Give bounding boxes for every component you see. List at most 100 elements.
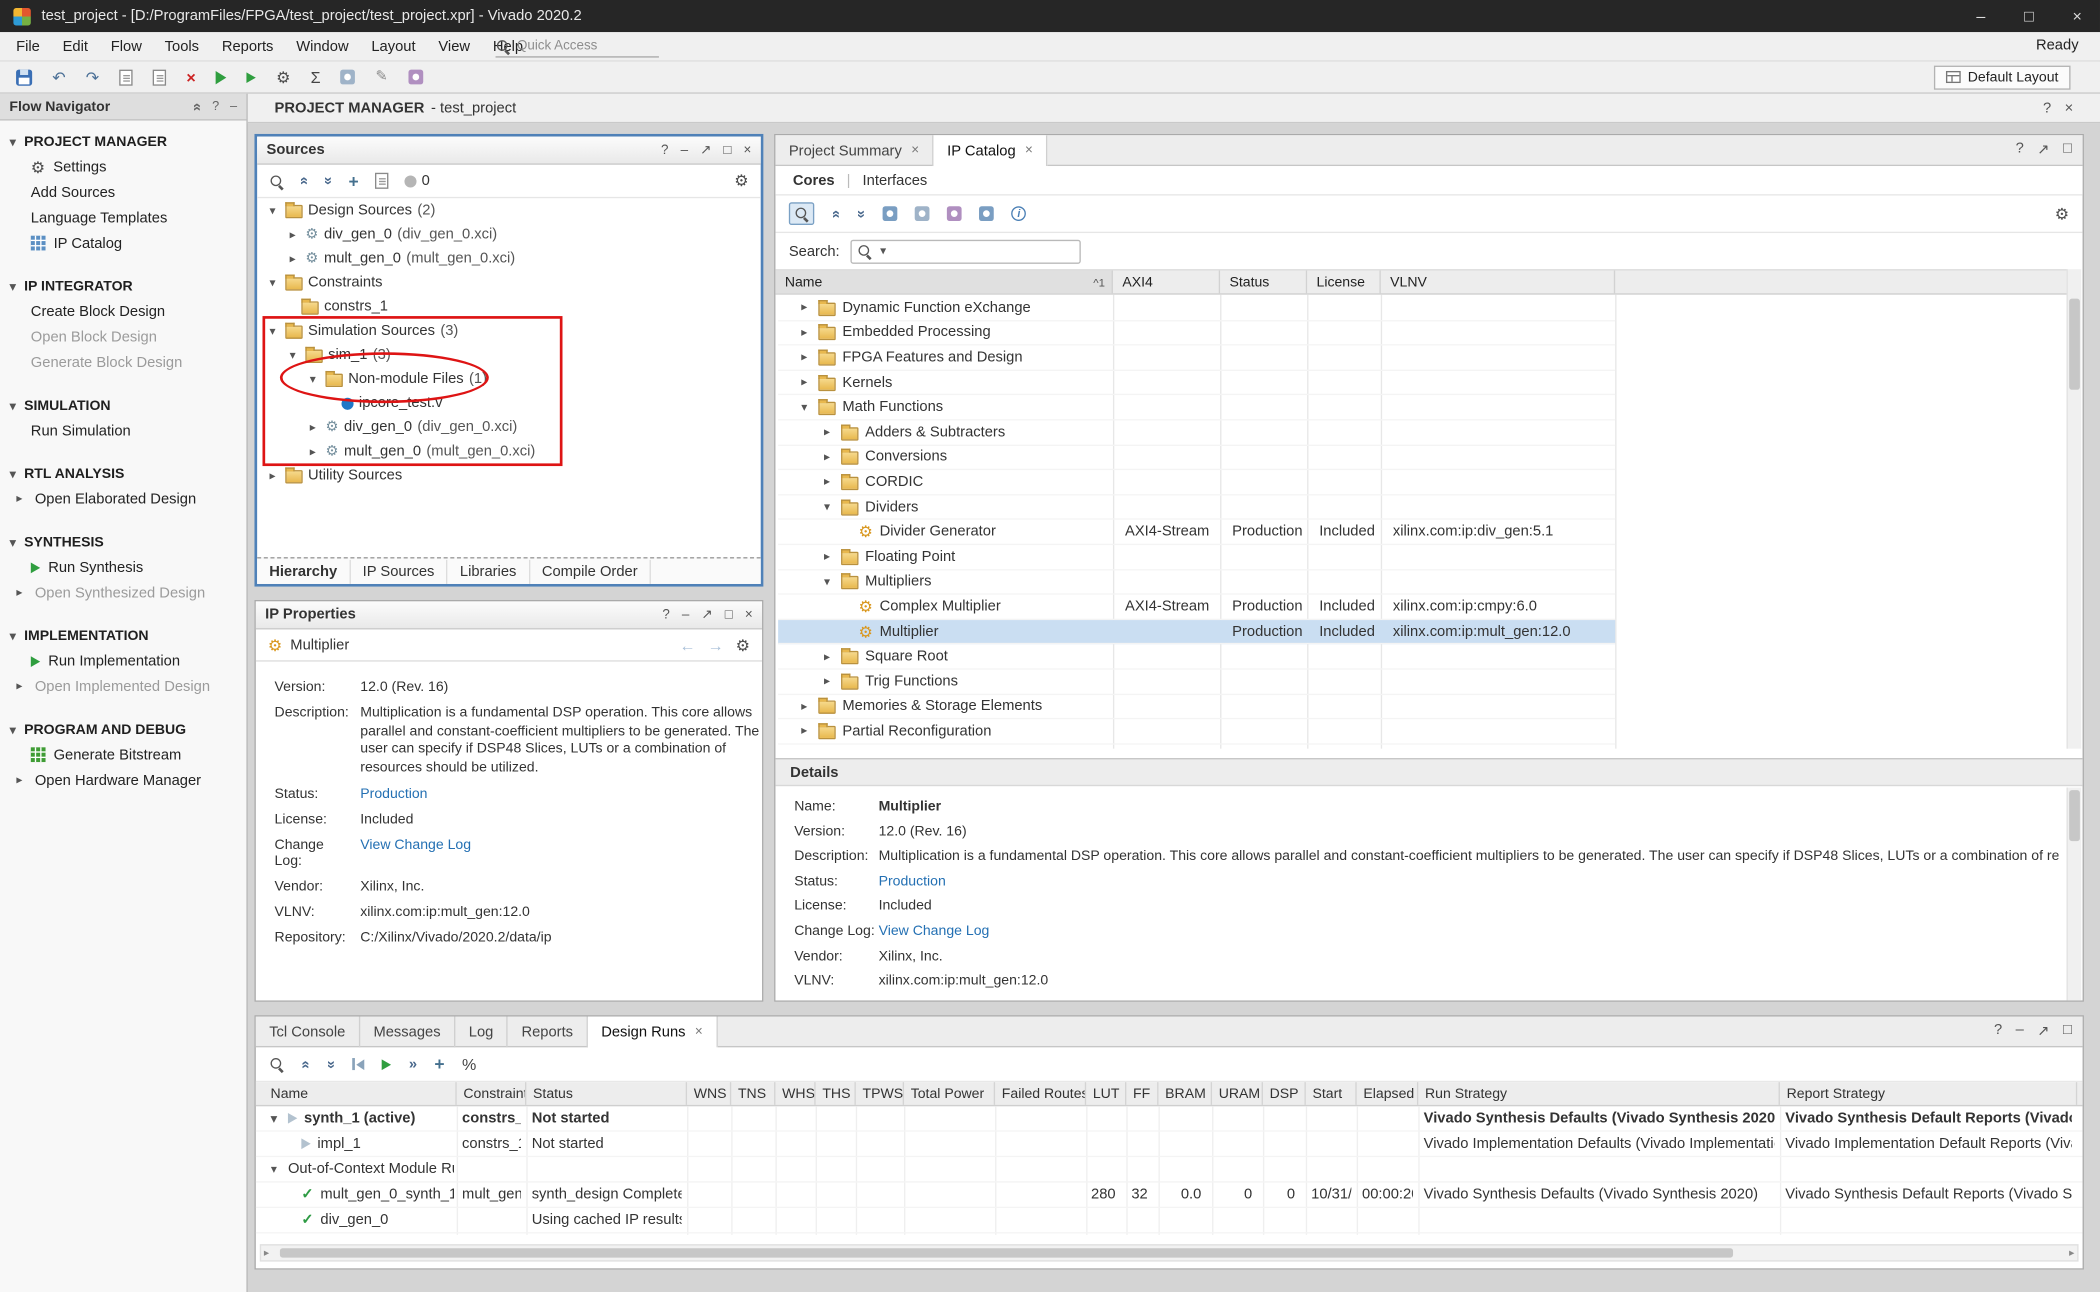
chevron-right-icon[interactable]: ▸: [820, 550, 835, 565]
chevron-right-icon[interactable]: ▸: [797, 375, 812, 390]
dock-panel-icon[interactable]: «: [189, 102, 205, 110]
help-icon[interactable]: ?: [662, 607, 669, 622]
maximize-panel-icon[interactable]: □: [723, 143, 731, 158]
column-header-name[interactable]: Name: [264, 1082, 457, 1105]
minimize-panel-icon[interactable]: –: [2016, 1022, 2024, 1039]
float-panel-icon[interactable]: ↗: [2037, 1022, 2049, 1039]
chevron-right-icon[interactable]: ▸: [305, 420, 320, 435]
catalog-row-cordic[interactable]: ▸CORDIC: [778, 470, 1615, 495]
ip-settings-icon[interactable]: [979, 206, 994, 221]
flow-item-run-implementation[interactable]: Run Implementation: [0, 648, 246, 673]
flow-item-open-synthesized-design[interactable]: ▸Open Synthesized Design: [0, 580, 246, 605]
catalog-row-embedded-processing[interactable]: ▸Embedded Processing: [778, 321, 1615, 346]
menu-file[interactable]: File: [16, 38, 40, 54]
flow-section-header-program-and-debug[interactable]: ▾PROGRAM AND DEBUG: [0, 718, 246, 742]
scrollbar-thumb[interactable]: [2069, 790, 2080, 841]
hierarchy-view-icon[interactable]: [883, 206, 898, 221]
sources-tab-ip-sources[interactable]: IP Sources: [351, 559, 448, 583]
minimize-window-icon[interactable]: –: [1971, 7, 1990, 26]
search-icon[interactable]: [269, 1057, 284, 1072]
report-sum-icon[interactable]: Σ: [311, 69, 321, 85]
chevron-right-icon[interactable]: ▸: [820, 649, 835, 664]
catalog-row-multiplier[interactable]: ⚙MultiplierProductionIncludedxilinx.com:…: [778, 620, 1615, 645]
expand-all-icon[interactable]: »: [323, 1060, 339, 1068]
column-header-lut[interactable]: LUT: [1086, 1082, 1126, 1105]
chevron-down-icon[interactable]: ▾: [267, 1162, 282, 1177]
flow-item-run-simulation[interactable]: Run Simulation: [0, 418, 246, 443]
flow-item-generate-bitstream[interactable]: Generate Bitstream: [0, 742, 246, 767]
scroll-right-icon[interactable]: ▸: [2069, 1247, 2074, 1259]
subtab-interfaces[interactable]: Interfaces: [863, 172, 928, 188]
catalog-row-fpga-features-and-design[interactable]: ▸FPGA Features and Design: [778, 346, 1615, 371]
search-toggle-icon[interactable]: [789, 202, 814, 225]
help-icon[interactable]: ?: [661, 143, 668, 158]
close-window-icon[interactable]: ×: [2068, 7, 2087, 26]
column-header-run-strategy[interactable]: Run Strategy: [1418, 1082, 1780, 1105]
catalog-row-divider-generator[interactable]: ⚙Divider GeneratorAXI4-StreamProductionI…: [778, 520, 1615, 545]
catalog-row-conversions[interactable]: ▸Conversions: [778, 445, 1615, 470]
flow-section-header-project-manager[interactable]: ▾PROJECT MANAGER: [0, 130, 246, 154]
run-icon[interactable]: [216, 70, 227, 83]
maximize-panel-icon[interactable]: □: [2063, 141, 2072, 158]
column-header-failed-routes[interactable]: Failed Routes: [995, 1082, 1086, 1105]
layout-selector[interactable]: Default Layout: [1934, 65, 2070, 89]
column-header-ff[interactable]: FF: [1126, 1082, 1158, 1105]
column-header-tpws[interactable]: TPWS: [856, 1082, 904, 1105]
help-icon[interactable]: ?: [2016, 141, 2024, 158]
catalog-row-square-root[interactable]: ▸Square Root: [778, 645, 1615, 670]
run-row-div-gen-0[interactable]: ✓div_gen_0Using cached IP results: [256, 1208, 2083, 1233]
prop-value[interactable]: Production: [360, 786, 763, 802]
column-header-dsp[interactable]: DSP: [1263, 1082, 1306, 1105]
menu-tools[interactable]: Tools: [165, 38, 199, 54]
chevron-down-icon[interactable]: ▾: [267, 1111, 282, 1126]
flow-section-header-synthesis[interactable]: ▾SYNTHESIS: [0, 530, 246, 554]
chevron-right-icon[interactable]: ▸: [820, 674, 835, 689]
collapse-all-icon[interactable]: «: [296, 177, 312, 185]
step-forward-icon[interactable]: »: [409, 1056, 417, 1072]
column-header-tns[interactable]: TNS: [731, 1082, 775, 1105]
flow-item-ip-catalog[interactable]: IP Catalog: [0, 230, 246, 255]
flow-item-generate-block-design[interactable]: Generate Block Design: [0, 350, 246, 375]
menu-reports[interactable]: Reports: [222, 38, 274, 54]
minimize-panel-icon[interactable]: –: [230, 98, 237, 114]
subtab-cores[interactable]: Cores: [793, 172, 835, 188]
column-header-start[interactable]: Start: [1306, 1082, 1357, 1105]
flow-item-open-implemented-design[interactable]: ▸Open Implemented Design: [0, 674, 246, 699]
search-input[interactable]: ▾: [850, 239, 1080, 263]
expand-all-icon[interactable]: »: [853, 210, 869, 218]
customize-ip-icon[interactable]: [947, 206, 962, 221]
chevron-down-icon[interactable]: ▾: [820, 500, 835, 515]
open-file-icon[interactable]: [375, 173, 388, 189]
auto-connect-icon[interactable]: [408, 70, 423, 85]
chevron-down-icon[interactable]: ▾: [820, 574, 835, 589]
scrollbar-thumb[interactable]: [280, 1248, 1733, 1257]
add-repository-icon[interactable]: [915, 206, 930, 221]
source-row-mult-gen-0[interactable]: ▸⚙mult_gen_0(mult_gen_0.xci): [257, 439, 761, 463]
column-header-name[interactable]: Name^1: [775, 271, 1112, 294]
maximize-panel-icon[interactable]: □: [725, 607, 733, 622]
catalog-row-memories-storage-elements[interactable]: ▸Memories & Storage Elements: [778, 695, 1615, 720]
chevron-down-icon[interactable]: ▾: [305, 372, 320, 387]
undo-icon[interactable]: ↶: [52, 69, 65, 85]
catalog-row-adders-subtracters[interactable]: ▸Adders & Subtracters: [778, 421, 1615, 446]
help-icon[interactable]: ?: [2043, 100, 2051, 116]
help-icon[interactable]: ?: [1994, 1022, 2002, 1039]
chevron-down-icon[interactable]: ▾: [265, 275, 280, 290]
run-row-synth-1-active[interactable]: ▾synth_1 (active)constrs_1Not startedViv…: [256, 1106, 2083, 1131]
tab-project-summary[interactable]: Project Summary×: [775, 135, 933, 166]
float-panel-icon[interactable]: ↗: [2037, 141, 2049, 158]
source-row-utility-sources[interactable]: ▸Utility Sources: [257, 463, 761, 487]
close-context-icon[interactable]: ×: [2065, 100, 2074, 116]
column-header-license[interactable]: License: [1307, 271, 1381, 294]
chevron-right-icon[interactable]: ▸: [265, 468, 280, 483]
chevron-down-icon[interactable]: ▾: [797, 400, 812, 415]
reset-runs-icon[interactable]: [353, 1058, 365, 1070]
flow-item-open-block-design[interactable]: Open Block Design: [0, 324, 246, 349]
flow-section-header-implementation[interactable]: ▾IMPLEMENTATION: [0, 624, 246, 648]
chevron-right-icon[interactable]: ▸: [797, 724, 812, 739]
catalog-row-floating-point[interactable]: ▸Floating Point: [778, 545, 1615, 570]
prop-value[interactable]: View Change Log: [360, 837, 763, 853]
column-header-status[interactable]: Status: [526, 1082, 687, 1105]
flow-item-open-elaborated-design[interactable]: ▸Open Elaborated Design: [0, 486, 246, 511]
catalog-row-kernels[interactable]: ▸Kernels: [778, 371, 1615, 396]
